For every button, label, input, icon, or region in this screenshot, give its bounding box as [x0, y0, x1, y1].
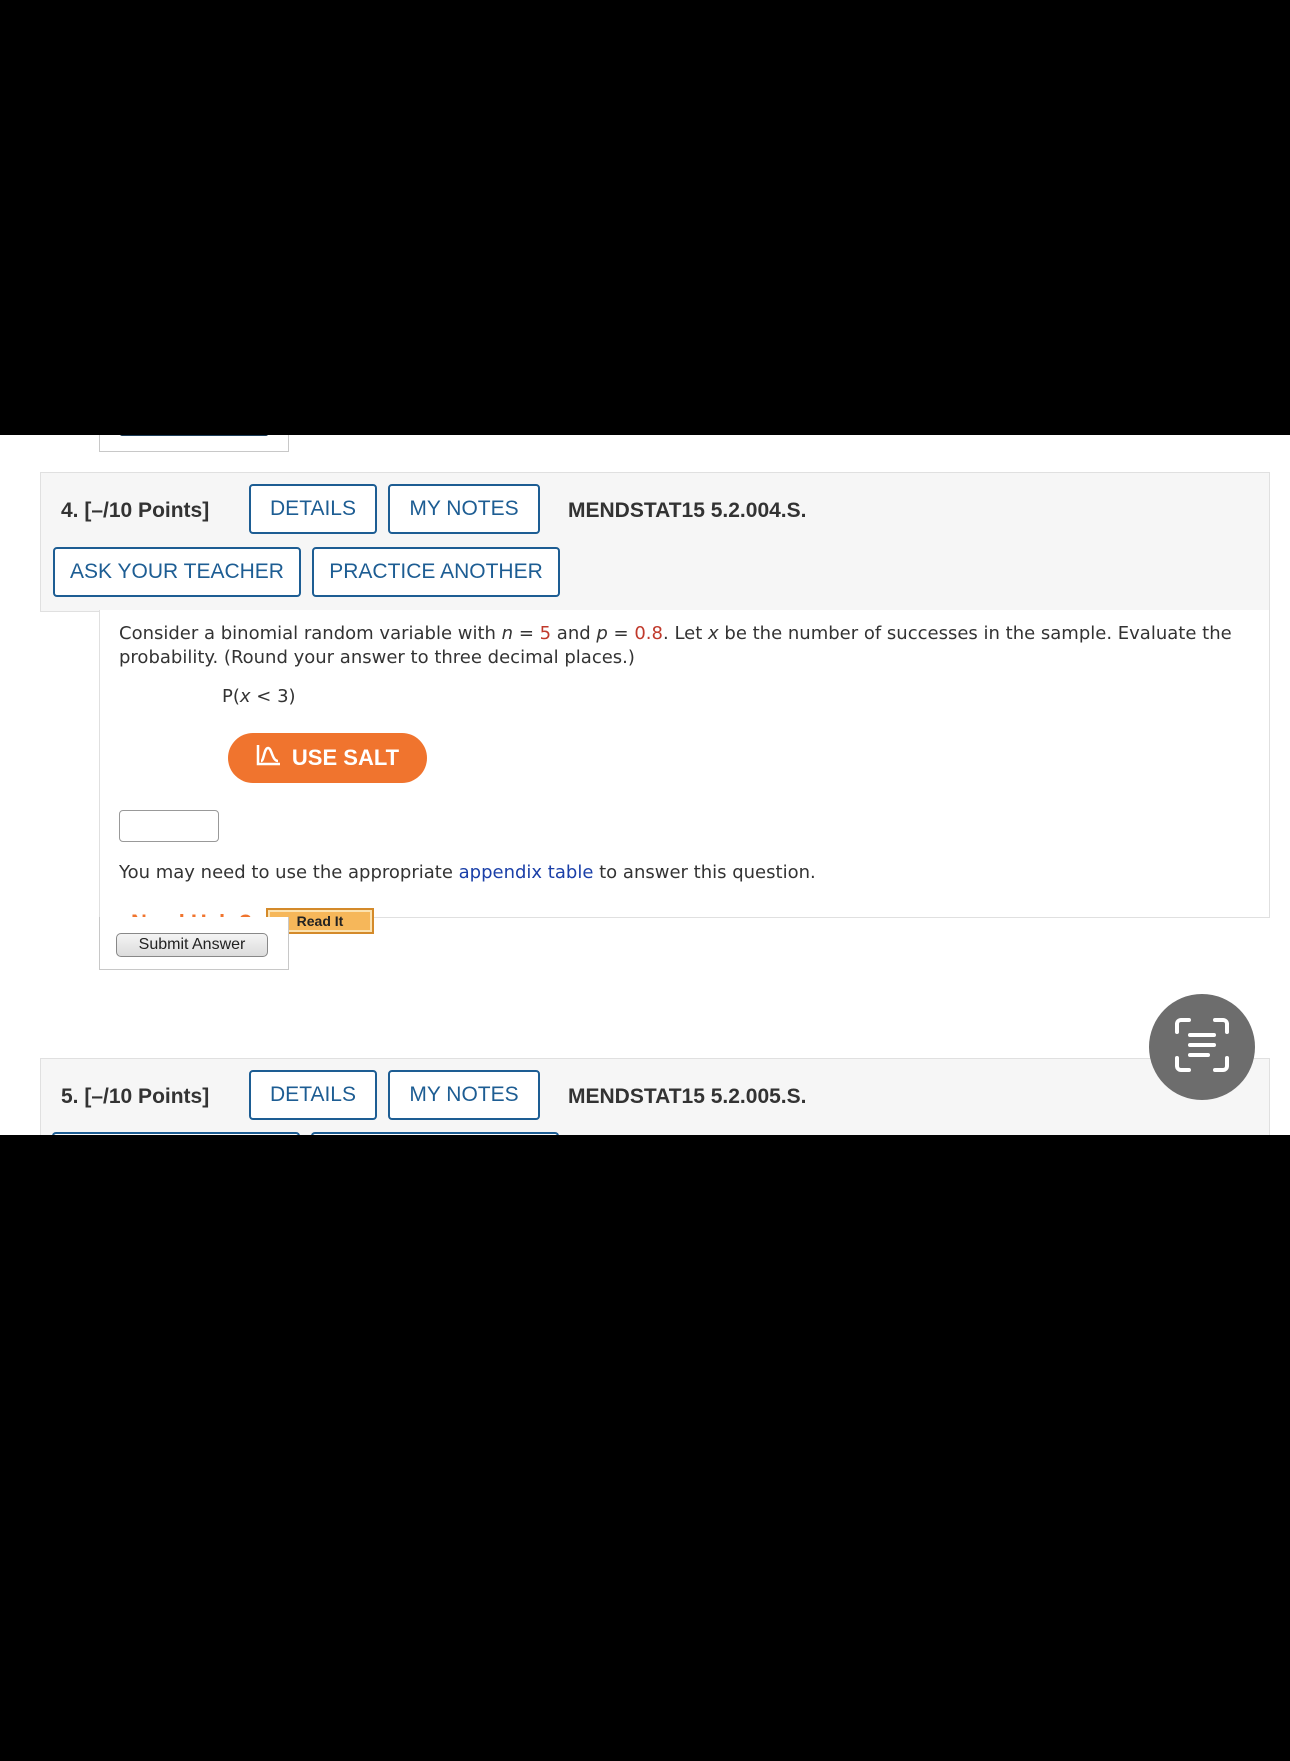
question-4-body: Consider a binomial random variable with…	[99, 610, 1270, 935]
text-scan-button[interactable]	[1149, 994, 1255, 1100]
probability-expression: P(x < 3)	[222, 686, 296, 707]
details-button[interactable]: DETAILS	[249, 1070, 377, 1120]
ask-your-teacher-button[interactable]: ASK YOUR TEACHER	[53, 547, 301, 597]
question-text-part: Consider a binomial random variable with	[119, 623, 502, 644]
webassign-page: 4. [–/10 Points] DETAILS MY NOTES MENDST…	[0, 435, 1290, 1135]
question-number: 5.	[61, 1085, 79, 1108]
question-number: 4.	[61, 499, 79, 522]
submit-answer-button[interactable]: Submit Answer	[116, 933, 268, 957]
details-button[interactable]: DETAILS	[249, 484, 377, 534]
ask-your-teacher-button-partial[interactable]	[52, 1132, 300, 1135]
equals-sign: =	[513, 623, 540, 644]
answer-input[interactable]	[119, 810, 219, 842]
use-salt-button[interactable]: USE SALT	[228, 733, 427, 783]
appendix-note-text: You may need to use the appropriate	[119, 862, 459, 883]
appendix-note-text: to answer this question.	[593, 862, 816, 883]
variable-p: p	[596, 623, 608, 644]
expression-variable: x	[239, 686, 251, 707]
practice-another-button-partial[interactable]	[311, 1132, 559, 1135]
question-text: Consider a binomial random variable with…	[119, 622, 1249, 670]
use-salt-label: USE SALT	[291, 745, 400, 770]
question-text-part: . Let	[663, 623, 709, 644]
question-4-number-points: 4. [–/10 Points]	[61, 499, 209, 523]
my-notes-button[interactable]: MY NOTES	[388, 484, 540, 534]
submit-tab: Submit Answer	[99, 917, 289, 970]
text-scan-icon	[1173, 1016, 1231, 1078]
question-code: MENDSTAT15 5.2.004.S.	[568, 499, 807, 522]
expression-prefix: P(	[222, 686, 240, 707]
question-5-header: 5. [–/10 Points] DETAILS MY NOTES MENDST…	[40, 1058, 1270, 1135]
my-notes-button[interactable]: MY NOTES	[388, 1070, 540, 1120]
expression-suffix: < 3)	[250, 686, 296, 707]
variable-x: x	[708, 623, 719, 644]
question-4-header: 4. [–/10 Points] DETAILS MY NOTES MENDST…	[40, 472, 1270, 612]
n-value: 5	[539, 623, 552, 644]
question-5-number-points: 5. [–/10 Points]	[61, 1085, 209, 1109]
question-code: MENDSTAT15 5.2.005.S.	[568, 1085, 807, 1108]
p-value: 0.8	[634, 623, 663, 644]
previous-submit-tab	[99, 435, 289, 452]
question-points: [–/10 Points]	[84, 499, 210, 522]
variable-n: n	[501, 623, 514, 644]
appendix-note: You may need to use the appropriate appe…	[119, 862, 816, 883]
question-text-part: and	[551, 623, 597, 644]
question-points: [–/10 Points]	[84, 1085, 210, 1108]
salt-chart-icon	[256, 743, 282, 773]
appendix-table-link[interactable]: appendix table	[459, 862, 594, 883]
practice-another-button[interactable]: PRACTICE ANOTHER	[312, 547, 560, 597]
equals-sign: =	[607, 623, 635, 644]
